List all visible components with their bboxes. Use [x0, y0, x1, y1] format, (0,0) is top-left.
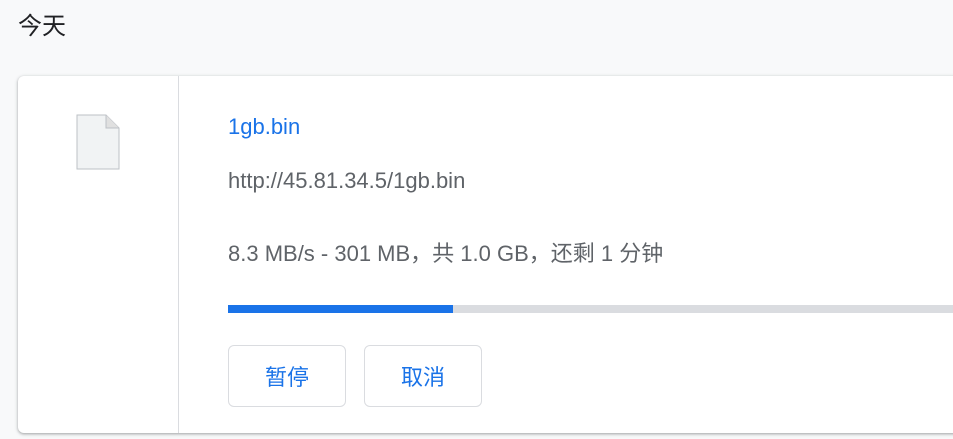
download-item-card: 1gb.bin http://45.81.34.5/1gb.bin 8.3 MB… — [18, 76, 953, 433]
download-progress-bar — [228, 305, 953, 313]
pause-button[interactable]: 暂停 — [228, 345, 346, 407]
download-details: 1gb.bin http://45.81.34.5/1gb.bin 8.3 MB… — [228, 76, 953, 433]
download-progress-fill — [228, 305, 453, 313]
cancel-button[interactable]: 取消 — [364, 345, 482, 407]
source-url: http://45.81.34.5/1gb.bin — [228, 168, 466, 193]
file-icon-column — [18, 76, 179, 433]
file-icon — [76, 114, 120, 170]
file-name-link[interactable]: 1gb.bin — [228, 114, 300, 140]
download-status: 8.3 MB/s - 301 MB，共 1.0 GB，还剩 1 分钟 — [228, 241, 664, 266]
date-section-header: 今天 — [18, 12, 66, 40]
